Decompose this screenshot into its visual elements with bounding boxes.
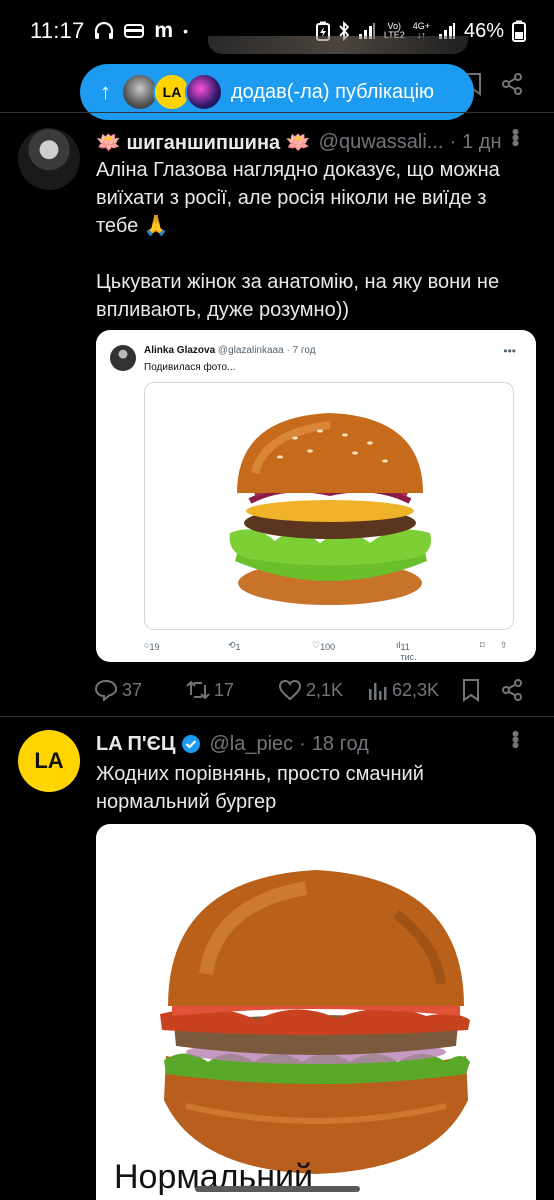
divider: [0, 716, 554, 717]
status-time: 11:17: [30, 18, 85, 43]
card-icon: [124, 23, 145, 39]
avatar: [110, 345, 136, 371]
gesture-nav-handle[interactable]: [195, 1186, 360, 1192]
bookmark-icon: [460, 678, 482, 702]
more-icon[interactable]: •••: [502, 128, 528, 145]
share-icon: [500, 678, 524, 702]
previous-tweet-image-edge: [208, 36, 468, 54]
tweet-header: LA П'ЄЦ @la_piec · 18 год •••: [96, 730, 528, 756]
tweet-header: 🪷 шиганшипшина 🪷 @quwassali... · 1 дн ••…: [96, 128, 528, 155]
display-name[interactable]: LA П'ЄЦ: [96, 733, 175, 756]
quoted-tweet[interactable]: Alinka Glazova @glazalinkaaa · 7 год •••…: [96, 330, 536, 662]
views-button[interactable]: 62,3K: [368, 679, 439, 701]
more-icon: •••: [503, 344, 516, 358]
verified-icon: [181, 734, 201, 754]
notification-dot: •: [183, 23, 189, 39]
reply-icon: [94, 679, 118, 701]
reply-button[interactable]: 37: [94, 679, 142, 701]
tweet-image[interactable]: Нормальний: [96, 824, 536, 1200]
bookmark-button[interactable]: [460, 678, 482, 702]
avatar[interactable]: [18, 128, 80, 190]
share-button[interactable]: [500, 678, 524, 702]
quoted-header: Alinka Glazova @glazalinkaaa · 7 год: [144, 345, 316, 356]
display-name[interactable]: 🪷 шиганшипшина 🪷: [96, 130, 311, 155]
tweet-text: Жодних порівнянь, просто смачний нормаль…: [96, 763, 424, 813]
handle[interactable]: @quwassali...: [319, 131, 444, 154]
tweet-text: Аліна Глазова наглядно доказує, що можна…: [96, 159, 500, 321]
timestamp[interactable]: 1 дн: [462, 131, 501, 154]
burger-image: [144, 382, 514, 630]
tweet[interactable]: 🪷 шиганшипшина 🪷 @quwassali... · 1 дн ••…: [0, 128, 554, 714]
avatar[interactable]: LA: [18, 730, 80, 792]
like-button[interactable]: 2,1K: [278, 679, 343, 701]
handle[interactable]: @la_piec: [209, 733, 293, 756]
quoted-text: Подивилася фото...: [144, 362, 236, 373]
share-icon[interactable]: [500, 72, 524, 101]
pill-avatars: LA: [121, 73, 223, 111]
avatar: [185, 73, 223, 111]
timestamp[interactable]: 18 год: [312, 733, 369, 756]
tweet-actions: 37 17 2,1K 62,3K: [94, 675, 530, 705]
pill-text: додав(-ла) публікацію: [231, 80, 435, 103]
battery-percent: 46%: [463, 19, 504, 42]
quoted-actions: ○ 19 ⟲ 1 ♡ 100 ıl 11 тис. ⌑ ⇧: [144, 640, 508, 662]
headphones-icon: [94, 22, 114, 40]
views-icon: [368, 679, 388, 701]
battery-icon: [512, 20, 526, 42]
repost-button[interactable]: 17: [186, 679, 234, 701]
repost-icon: [186, 679, 210, 701]
divider: [0, 112, 554, 113]
more-icon[interactable]: •••: [502, 730, 528, 747]
like-icon: [278, 679, 302, 701]
carrier-glyph: m: [154, 19, 174, 42]
arrow-up-icon: ↑: [100, 79, 111, 104]
